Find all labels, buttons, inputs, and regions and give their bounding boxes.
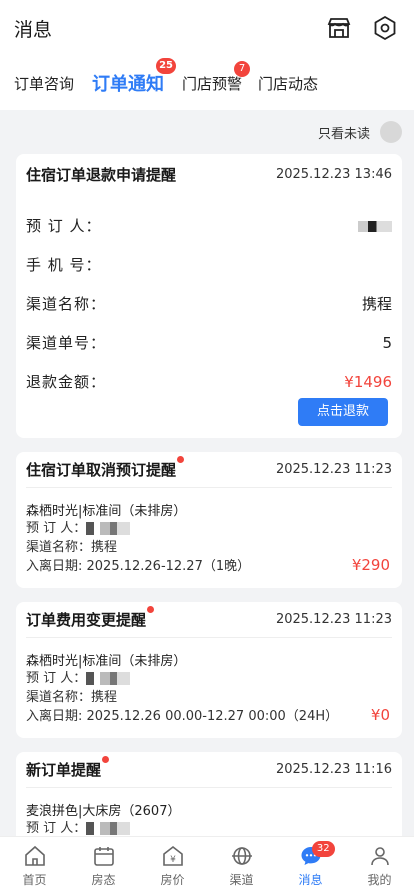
refund-button[interactable]: 点击退款 [298,398,388,426]
unread-dot [147,606,155,613]
bottom-nav: 首页 房态 ¥ 房价 渠道 消息 32 我的 [0,836,414,894]
price-icon: ¥ [160,843,186,869]
tab-order-consult[interactable]: 订单咨询 [14,73,74,94]
booker-line: 预 订 人： [26,819,392,836]
home-icon [22,843,48,869]
booker-line: 预 订 人： [26,519,392,538]
tab-badge: 7 [234,60,251,77]
message-card[interactable]: 新订单提醒 2025.12.23 11:16 麦浪拼色|大床房（2607） 预 … [16,752,402,836]
detail-row: 手 机 号： [26,256,102,274]
nav-channel[interactable]: 渠道 [207,837,276,894]
unread-filter-label: 只看未读 [317,126,370,142]
refund-amount: ¥1496 [344,372,392,391]
nav-messages[interactable]: 消息 32 [276,837,345,894]
detail-row: 预 订 人： [26,206,392,245]
unread-dot [177,456,185,463]
nav-badge: 32 [311,841,335,857]
masked-name [86,822,131,835]
detail-row: 渠道单号： 5 [26,333,392,353]
profile-icon [367,843,393,869]
card-time: 2025.12.23 13:46 [275,166,392,182]
masked-name [86,672,131,685]
price: ¥290 [351,556,390,574]
tab-store-warning[interactable]: 门店预警 7 [182,60,251,94]
masked-name [358,220,392,232]
card-title: 住宿订单退款申请提醒 [26,165,177,184]
card-time: 2025.12.23 11:23 [275,462,392,477]
channel-icon [229,843,255,869]
card-title: 住宿订单取消预订提醒 [26,456,185,480]
svg-text:¥: ¥ [170,855,176,865]
card-time: 2025.12.23 11:23 [275,612,392,627]
message-card[interactable]: 订单费用变更提醒 2025.12.23 11:23 森栖时光|标准间（未排房） … [16,602,402,738]
dates-line: 入离日期: 2025.12.26-12.27（1晚） [26,559,251,574]
channel-line: 渠道名称：携程 [26,690,118,705]
masked-name [86,522,131,535]
room-name: 麦浪拼色|大床房（2607） [26,804,181,819]
room-name: 森栖时光|标准间（未排房） [26,504,187,519]
nav-home[interactable]: 首页 [0,837,69,894]
detail-row: 退款金额： ¥1496 [26,372,392,392]
shop-icon[interactable] [324,13,354,43]
tab-store-dynamics[interactable]: 门店动态 [258,73,318,94]
nav-room-price[interactable]: ¥ 房价 [138,837,207,894]
tab-bar: 订单咨询 订单通知 25 门店预警 7 门店动态 [0,56,414,110]
card-title: 新订单提醒 [26,756,110,780]
card-title: 订单费用变更提醒 [26,606,155,630]
nav-profile[interactable]: 我的 [345,837,414,894]
booker-line: 预 订 人： [26,669,392,688]
channel-line: 渠道名称：携程 [26,540,118,555]
page-title: 消息 [14,18,53,41]
header: 消息 [0,0,414,56]
card-time: 2025.12.23 11:16 [275,762,392,777]
detail-row: 渠道名称： 携程 [26,295,392,313]
calendar-icon [91,843,117,869]
tab-badge: 25 [156,58,177,74]
message-card[interactable]: 住宿订单退款申请提醒 2025.12.23 13:46 预 订 人： 手 机 号… [16,154,402,438]
unread-toggle[interactable] [380,121,402,143]
message-card[interactable]: 住宿订单取消预订提醒 2025.12.23 11:23 森栖时光|标准间（未排房… [16,452,402,588]
nav-room-status[interactable]: 房态 [69,837,138,894]
price: ¥0 [370,706,390,724]
tab-order-notice[interactable]: 订单通知 25 [92,58,177,96]
dates-line: 入离日期: 2025.12.26 00.00-12.27 00:00（24H） [26,709,339,724]
unread-filter: 只看未读 [0,116,414,148]
room-name: 森栖时光|标准间（未排房） [26,654,187,669]
unread-dot [102,756,110,763]
settings-icon[interactable] [370,13,400,43]
